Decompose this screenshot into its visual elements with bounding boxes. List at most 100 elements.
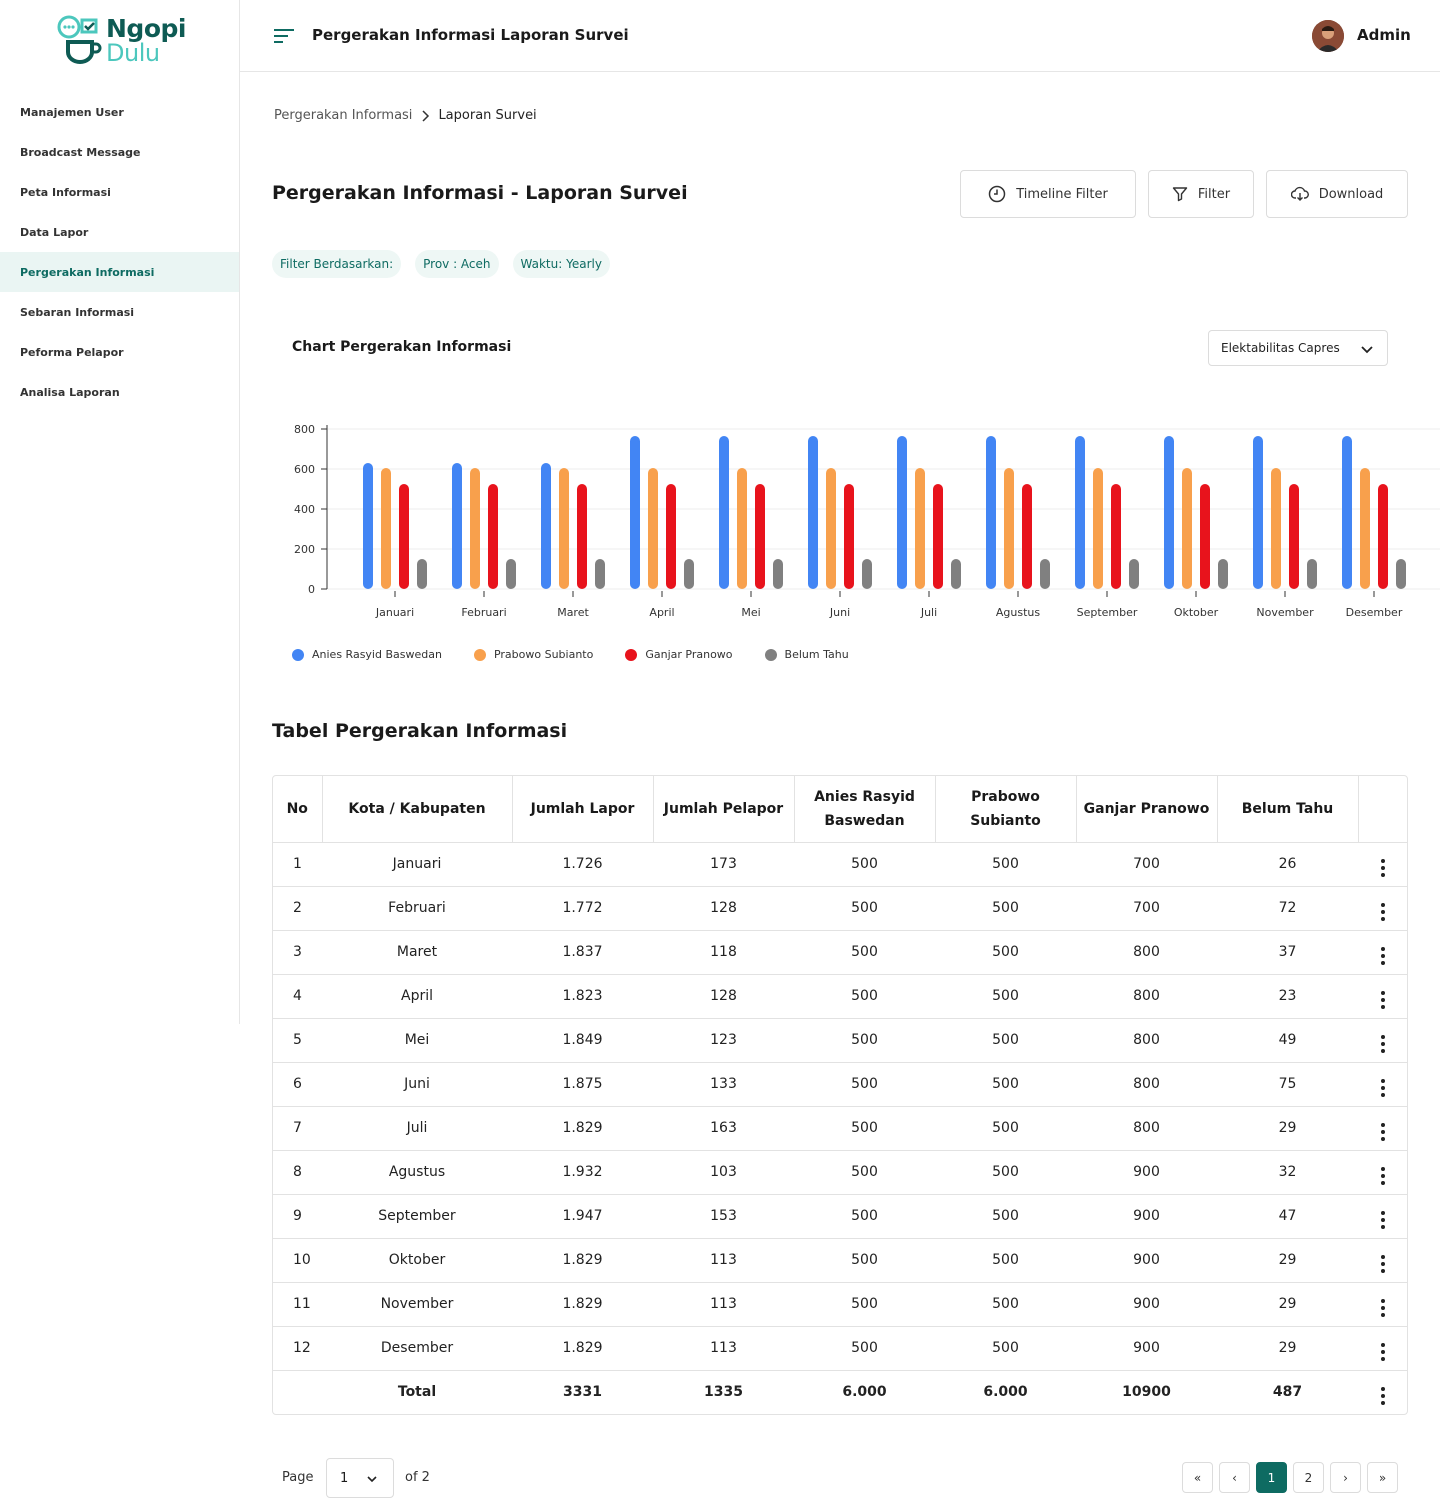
more-vertical-icon[interactable] (1380, 1387, 1385, 1406)
sidebar-item-sebaran-informasi[interactable]: Sebaran Informasi (0, 292, 239, 332)
bar-1-januari (363, 463, 373, 589)
table-title: Tabel Pergerakan Informasi (272, 720, 568, 742)
sidebar-item-manajemen-user[interactable]: Manajemen User (0, 92, 239, 132)
prev-page-button[interactable]: ‹ (1219, 1462, 1250, 1493)
cell-kota: Agustus (322, 1150, 512, 1195)
logo[interactable]: Ngopi Dulu (56, 14, 196, 70)
timeline-filter-button[interactable]: Timeline Filter (960, 170, 1136, 218)
bar-3-desember (1378, 484, 1388, 589)
pager: « ‹ 1 2 › » (1182, 1462, 1398, 1493)
page-button-2[interactable]: 2 (1293, 1462, 1324, 1493)
cell-jumlah-lapor: 1.772 (512, 886, 653, 931)
cell-no: 5 (273, 1018, 322, 1063)
cell-no (273, 1370, 322, 1414)
cell-kota: November (322, 1282, 512, 1327)
cell-kota: September (322, 1194, 512, 1239)
cell-jumlah-pelapor: 133 (653, 1062, 794, 1107)
bar-4-maret (595, 559, 605, 589)
cloud-download-icon (1290, 186, 1309, 201)
cell-ganjar: 800 (1076, 1062, 1217, 1107)
cell-prabowo: 500 (935, 1326, 1076, 1371)
y-tick-label: 0 (308, 583, 315, 596)
legend-dot (625, 648, 638, 661)
col-header-anies: Anies Rasyid Baswedan (794, 776, 936, 843)
y-tick-label: 800 (294, 423, 315, 436)
cell-kota: Mei (322, 1018, 512, 1063)
sidebar-item-peta-informasi[interactable]: Peta Informasi (0, 172, 239, 212)
more-vertical-icon[interactable] (1380, 1123, 1385, 1141)
bar-3-maret (577, 484, 587, 589)
menu-icon[interactable] (274, 28, 294, 44)
legend-item-anies: Anies Rasyid Baswedan (292, 648, 442, 661)
more-vertical-icon[interactable] (1380, 991, 1385, 1009)
more-vertical-icon[interactable] (1380, 903, 1385, 921)
filter-button[interactable]: Filter (1148, 170, 1254, 218)
more-vertical-icon[interactable] (1380, 1167, 1385, 1185)
more-vertical-icon[interactable] (1380, 1343, 1385, 1361)
cell-actions (1358, 1018, 1407, 1063)
filter-label: Filter (1197, 186, 1231, 202)
breadcrumb-current: Laporan Survei (438, 108, 537, 123)
cell-prabowo: 500 (935, 1238, 1076, 1283)
page-button-1[interactable]: 1 (1256, 1462, 1287, 1493)
table-row: 9 September 1.947 153 500 500 900 47 (273, 1194, 1407, 1239)
bar-3-oktober (1200, 484, 1210, 589)
more-vertical-icon[interactable] (1380, 1299, 1385, 1317)
page-select[interactable]: 1 (326, 1458, 394, 1498)
last-page-button[interactable]: » (1367, 1462, 1398, 1493)
breadcrumb-parent[interactable]: Pergerakan Informasi (274, 108, 412, 123)
chart-title: Chart Pergerakan Informasi (292, 339, 512, 355)
bar-1-juni (808, 436, 818, 589)
cell-actions (1358, 1370, 1407, 1414)
more-vertical-icon[interactable] (1380, 1255, 1385, 1273)
x-tick-label: Januari (375, 606, 414, 619)
cell-belum-tahu: 32 (1217, 1150, 1358, 1195)
cell-anies: 500 (794, 974, 935, 1019)
cell-actions (1358, 1062, 1407, 1107)
prov-chip[interactable]: Prov : Aceh (415, 250, 499, 278)
more-vertical-icon[interactable] (1380, 1035, 1385, 1053)
page-label: Page (282, 1470, 314, 1485)
sidebar-item-analisa-laporan[interactable]: Analisa Laporan (0, 372, 239, 412)
user-name[interactable]: Admin (1357, 26, 1411, 44)
cell-ganjar: 800 (1076, 1018, 1217, 1063)
cell-belum-tahu: 47 (1217, 1194, 1358, 1239)
cell-kota: Juni (322, 1062, 512, 1107)
sidebar-item-pergerakan-informasi[interactable]: Pergerakan Informasi (0, 252, 239, 292)
cell-ganjar: 800 (1076, 974, 1217, 1019)
legend-label: Anies Rasyid Baswedan (312, 648, 442, 661)
more-vertical-icon[interactable] (1380, 1079, 1385, 1097)
sidebar-item-peforma-pelapor[interactable]: Peforma Pelapor (0, 332, 239, 372)
bar-2-mei (737, 468, 747, 589)
chart-metric-select[interactable]: Elektabilitas Capres (1208, 330, 1388, 366)
cell-ganjar: 900 (1076, 1238, 1217, 1283)
x-tick-label: Mei (741, 606, 760, 619)
download-label: Download (1318, 186, 1384, 202)
more-vertical-icon[interactable] (1380, 1211, 1385, 1229)
cell-ganjar: 900 (1076, 1282, 1217, 1327)
first-page-button[interactable]: « (1182, 1462, 1213, 1493)
cell-anies: 500 (794, 1106, 935, 1151)
cell-jumlah-lapor: 1.829 (512, 1106, 653, 1151)
bar-4-april (684, 559, 694, 589)
sidebar-item-data-lapor[interactable]: Data Lapor (0, 212, 239, 252)
cell-jumlah-lapor: 1.947 (512, 1194, 653, 1239)
y-tick-label: 200 (294, 543, 315, 556)
waktu-chip[interactable]: Waktu: Yearly (512, 250, 610, 278)
cell-actions (1358, 886, 1407, 931)
download-button[interactable]: Download (1266, 170, 1408, 218)
chevron-down-icon (367, 1476, 377, 1483)
cell-belum-tahu: 487 (1272, 1384, 1303, 1401)
bar-1-april (630, 436, 640, 589)
header-title: Pergerakan Informasi Laporan Survei (312, 26, 629, 44)
sidebar-item-broadcast-message[interactable]: Broadcast Message (0, 132, 239, 172)
table-total-row: Total 3331 1335 6.000 6.000 10900 487 (273, 1370, 1407, 1414)
timeline-filter-label: Timeline Filter (1016, 186, 1108, 202)
more-vertical-icon[interactable] (1380, 859, 1385, 877)
bar-4-februari (506, 559, 516, 589)
x-tick-label: September (1077, 606, 1138, 619)
next-page-button[interactable]: › (1330, 1462, 1361, 1493)
avatar[interactable] (1312, 20, 1344, 52)
cell-prabowo: 500 (935, 930, 1076, 975)
more-vertical-icon[interactable] (1380, 947, 1385, 965)
